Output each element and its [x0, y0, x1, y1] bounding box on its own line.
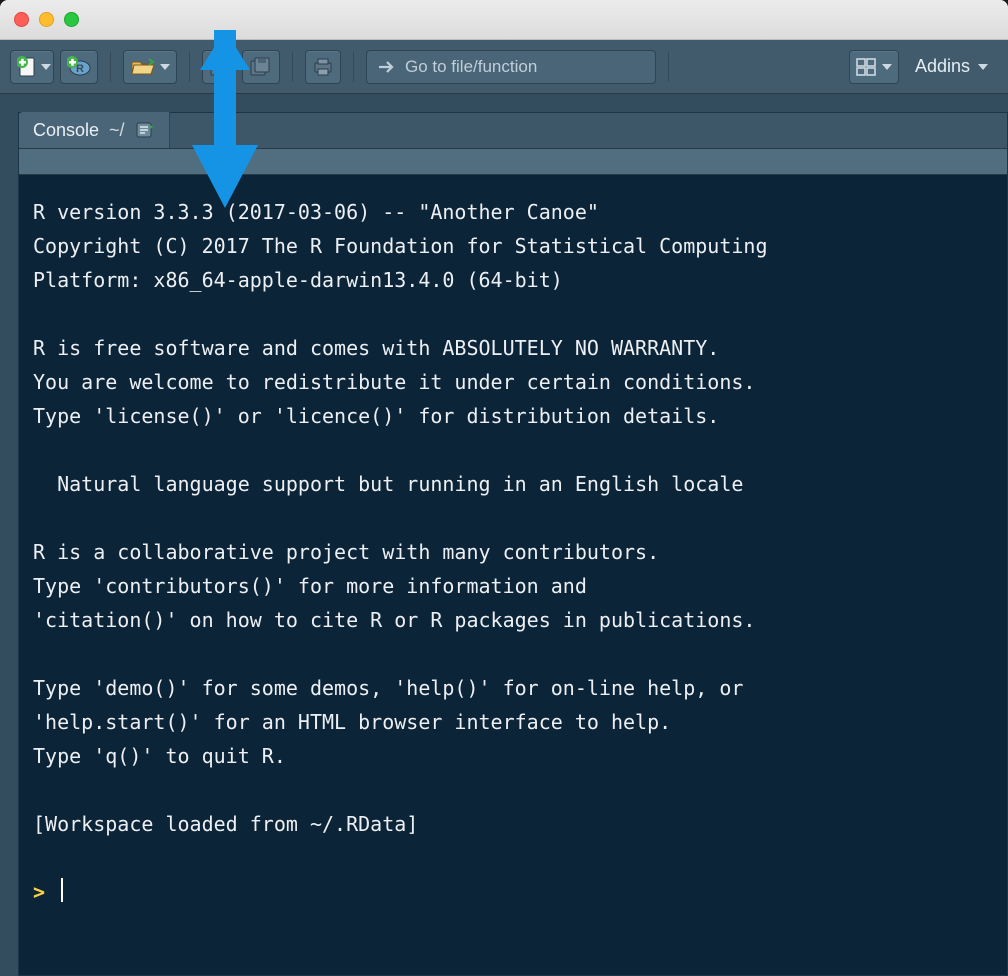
tab-console[interactable]: Console ~/: [19, 112, 170, 148]
tab-console-path: ~/: [109, 120, 125, 141]
toolbar-separator: [110, 52, 111, 82]
save-all-icon: [249, 56, 273, 78]
new-file-button[interactable]: [10, 50, 54, 84]
chevron-down-icon: [882, 64, 892, 70]
save-all-button[interactable]: [242, 50, 280, 84]
zoom-window-button[interactable]: [64, 12, 79, 27]
open-file-button[interactable]: [123, 50, 177, 84]
titlebar: [0, 0, 1008, 40]
print-icon: [312, 57, 334, 77]
tab-console-label: Console: [33, 120, 99, 141]
grid-icon: [856, 58, 876, 76]
minimize-window-button[interactable]: [39, 12, 54, 27]
goto-arrow-icon: [377, 59, 397, 75]
body-area: Console ~/ R version 3.3.3 (2017-03-06) …: [0, 94, 1008, 976]
goto-file-function-input[interactable]: Go to file/function: [366, 50, 656, 84]
close-window-button[interactable]: [14, 12, 29, 27]
save-button[interactable]: [202, 50, 236, 84]
new-file-icon: [17, 56, 37, 78]
new-r-project-icon: R: [67, 56, 91, 78]
console-toolstrip: [19, 149, 1007, 175]
toolbar-separator: [292, 52, 293, 82]
save-icon: [209, 57, 229, 77]
toolbar-separator: [353, 52, 354, 82]
main-toolbar: R: [0, 40, 1008, 94]
console-panel: Console ~/ R version 3.3.3 (2017-03-06) …: [18, 112, 1008, 976]
addins-menu-button[interactable]: Addins: [905, 56, 998, 77]
addins-label: Addins: [915, 56, 970, 77]
chevron-down-icon: [160, 64, 170, 70]
app-window: R: [0, 0, 1008, 976]
goto-placeholder: Go to file/function: [405, 57, 537, 77]
tab-script-icon: [135, 121, 155, 139]
print-button[interactable]: [305, 50, 341, 84]
new-project-button[interactable]: R: [60, 50, 98, 84]
toolbar-separator: [189, 52, 190, 82]
folder-open-icon: [130, 57, 156, 77]
chevron-down-icon: [41, 64, 51, 70]
chevron-down-icon: [978, 64, 988, 70]
console-tabstrip: Console ~/: [19, 113, 1007, 149]
panes-grid-button[interactable]: [849, 50, 899, 84]
console-output[interactable]: R version 3.3.3 (2017-03-06) -- "Another…: [19, 175, 1007, 923]
toolbar-separator: [668, 52, 669, 82]
